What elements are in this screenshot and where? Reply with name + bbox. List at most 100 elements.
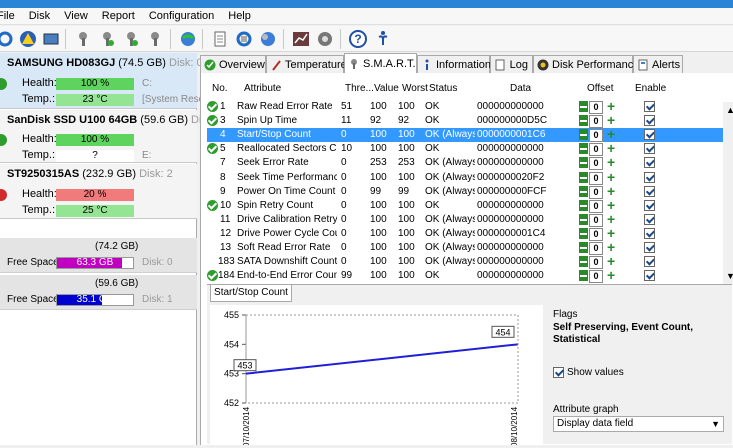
offset-value[interactable]: 0 [589, 171, 603, 185]
offset-value[interactable]: 0 [589, 242, 603, 255]
decrease-offset-button[interactable] [579, 213, 588, 225]
menu-help[interactable]: Help [221, 10, 258, 22]
offset-value[interactable]: 0 [589, 227, 603, 241]
offset-value[interactable]: 0 [589, 185, 603, 199]
offset-value[interactable]: 0 [589, 143, 603, 157]
enable-checkbox[interactable] [644, 185, 655, 197]
disk-item[interactable]: ST9250315AS (232.9 GB) Disk: 2 Health: 2… [0, 164, 197, 219]
info-icon[interactable] [372, 28, 394, 50]
tab-alerts[interactable]: Alerts [633, 55, 683, 73]
table-row[interactable]: 8 Seek Time Performance 0 100 100 OK (Always.… [207, 171, 723, 185]
increase-offset-button[interactable]: + [607, 270, 618, 281]
increase-offset-button[interactable]: + [607, 143, 618, 154]
vertical-scrollbar[interactable]: ▲ ▼ [723, 102, 733, 284]
attribute-graph-select[interactable]: Display data field ▼ [553, 416, 724, 432]
globe-icon[interactable] [177, 28, 199, 50]
menu-disk[interactable]: Disk [22, 10, 57, 22]
tab-smart[interactable]: S.M.A.R.T. [344, 53, 417, 74]
increase-offset-button[interactable]: + [607, 157, 618, 168]
chart-icon[interactable] [290, 28, 312, 50]
enable-checkbox[interactable] [644, 256, 655, 268]
column-header-data[interactable]: Data [510, 83, 531, 94]
table-row[interactable]: 9Power On Time Count09999OK (Always...00… [207, 185, 723, 199]
menu-view[interactable]: View [57, 10, 95, 22]
enable-checkbox[interactable] [644, 242, 655, 253]
enable-checkbox[interactable] [644, 129, 655, 141]
column-header-value[interactable]: Value [374, 83, 399, 94]
offset-value[interactable]: 0 [589, 115, 603, 129]
disk-item[interactable]: SanDisk SSD U100 64GB (59.6 GB) Disk: 1 … [0, 110, 225, 163]
decrease-offset-button[interactable] [579, 157, 588, 169]
offset-value[interactable]: 0 [589, 157, 603, 171]
tab-log[interactable]: Log [490, 55, 533, 73]
decrease-offset-button[interactable] [579, 199, 588, 211]
table-row[interactable]: 13 Soft Read Error Rate 0 100 100 OK (Always.… [207, 241, 723, 255]
table-row[interactable]: 5Reallocated Sectors Co...10100100OK0000… [207, 142, 723, 157]
column-header-status[interactable]: Status [429, 83, 457, 94]
decrease-offset-button[interactable] [579, 101, 588, 112]
menu-report[interactable]: Report [95, 10, 142, 22]
offset-value[interactable]: 0 [589, 270, 603, 284]
column-header-threshold[interactable]: Thre... [345, 83, 374, 94]
globe-arrows-icon[interactable] [257, 28, 279, 50]
refresh-icon[interactable] [233, 28, 255, 50]
decrease-offset-button[interactable] [579, 256, 588, 268]
tab-disk-performance[interactable]: Disk Performance [533, 55, 639, 73]
table-row[interactable]: 184 End-to-End Error Count 99 100 100 OK 00000… [207, 269, 723, 284]
wrench-icon[interactable] [120, 28, 142, 50]
table-row[interactable]: 11 Drive Calibration Retry ... 0 100 100 OK (… [207, 213, 723, 227]
offset-value[interactable]: 0 [589, 213, 603, 227]
column-header-no[interactable]: No. [212, 83, 228, 94]
column-header-offset[interactable]: Offset [587, 83, 614, 94]
table-row[interactable]: 7Seek Error Rate0253253OK (Always...0000… [207, 156, 723, 171]
refresh-icon[interactable] [0, 28, 16, 50]
scroll-down-icon[interactable]: ▼ [726, 271, 733, 281]
column-header-worst[interactable]: Worst [402, 83, 428, 94]
enable-checkbox[interactable] [644, 171, 655, 183]
decrease-offset-button[interactable] [579, 129, 588, 141]
decrease-offset-button[interactable] [579, 270, 588, 282]
enable-checkbox[interactable] [644, 199, 655, 211]
table-row[interactable]: 4Start/Stop Count0100100OK (Always...000… [207, 128, 723, 143]
enable-checkbox[interactable] [644, 101, 655, 112]
offset-value[interactable]: 0 [589, 101, 603, 114]
column-header-enable[interactable]: Enable [635, 83, 666, 94]
increase-offset-button[interactable]: + [607, 256, 618, 267]
increase-offset-button[interactable]: + [607, 242, 618, 253]
table-row[interactable]: 1 Raw Read Error Rate 51 100 100 OK 0000000000… [207, 100, 723, 114]
volume-item[interactable]: (59.6 GB) Free Space 35.1 GB Disk: 1 [0, 275, 197, 310]
decrease-offset-button[interactable] [579, 115, 588, 127]
decrease-offset-button[interactable] [579, 227, 588, 239]
settings-icon[interactable] [314, 28, 336, 50]
offset-value[interactable]: 0 [589, 129, 603, 143]
disk-item[interactable]: SAMSUNG HD083GJ (74.5 GB) Disk: 0 Health… [0, 53, 204, 109]
enable-checkbox[interactable] [644, 227, 655, 239]
tab-overview[interactable]: Overview [200, 55, 266, 73]
enable-checkbox[interactable] [644, 213, 655, 225]
tab-start-stop-count[interactable]: Start/Stop Count [210, 285, 292, 302]
increase-offset-button[interactable]: + [607, 214, 618, 225]
checkbox-checked-icon[interactable] [553, 367, 564, 378]
tab-information[interactable]: Information [417, 55, 491, 73]
wrench-icon[interactable] [144, 28, 166, 50]
volume-item[interactable]: (74.2 GB) Free Space 63.3 GB Disk: 0 [0, 238, 197, 273]
show-values-checkbox[interactable]: Show values [553, 367, 624, 378]
table-row[interactable]: 183 SATA Downshift Count 0 100 100 OK (Always… [207, 255, 723, 270]
increase-offset-button[interactable]: + [607, 186, 618, 197]
increase-offset-button[interactable]: + [607, 228, 618, 239]
increase-offset-button[interactable]: + [607, 101, 618, 112]
offset-value[interactable]: 0 [589, 256, 603, 270]
enable-checkbox[interactable] [644, 115, 655, 127]
increase-offset-button[interactable]: + [607, 172, 618, 183]
disk-icon[interactable] [40, 28, 62, 50]
table-row[interactable]: 10 Spin Retry Count 0 100 100 OK 000000000000 0… [207, 199, 723, 213]
increase-offset-button[interactable]: + [607, 129, 618, 140]
decrease-offset-button[interactable] [579, 171, 588, 183]
increase-offset-button[interactable]: + [607, 200, 618, 211]
help-icon[interactable]: ? [347, 28, 369, 50]
enable-checkbox[interactable] [644, 270, 655, 282]
menu-file[interactable]: File [0, 10, 22, 22]
enable-checkbox[interactable] [644, 157, 655, 169]
wrench-icon[interactable] [96, 28, 118, 50]
table-row[interactable]: 12 Drive Power Cycle Count 0 100 100 OK (Alwa… [207, 227, 723, 241]
